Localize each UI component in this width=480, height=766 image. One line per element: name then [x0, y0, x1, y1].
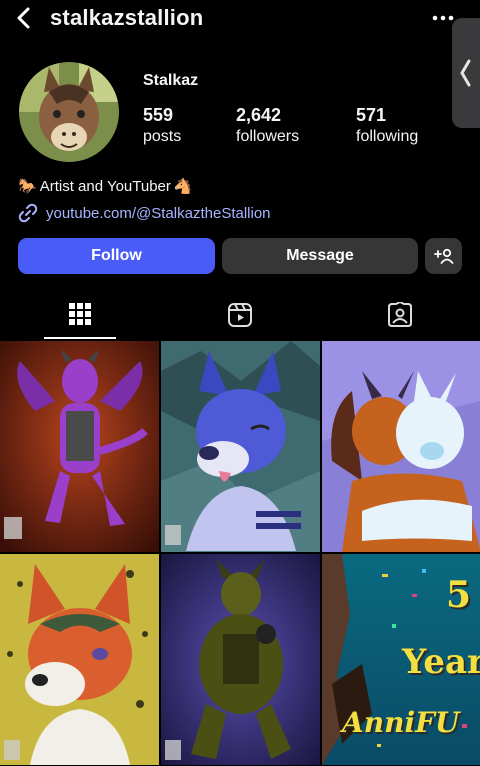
stat-followers-value: 2,642 [236, 105, 282, 125]
post-thumbnail-6[interactable]: 5 Year AnniFU [322, 554, 480, 765]
profile-avatar[interactable] [19, 62, 119, 162]
stat-following-label: following [356, 128, 419, 145]
post-4-artwork [0, 554, 159, 765]
profile-tabs [0, 296, 480, 340]
stat-posts-value: 559 [143, 105, 174, 125]
bio-text: Artist and YouTuber [39, 177, 171, 195]
posts-grid: 5 Year AnniFU [0, 341, 480, 766]
reels-icon [228, 303, 252, 327]
tab-tagged[interactable] [320, 296, 480, 340]
back-chevron-icon[interactable] [14, 6, 34, 30]
post-thumbnail-3[interactable] [322, 341, 480, 552]
tab-posts-grid[interactable] [0, 296, 160, 340]
bio: 🐎 Artist and YouTuber 🐴 [18, 177, 193, 196]
post-5-artwork [161, 554, 320, 765]
post-6-number: 5 [446, 574, 472, 616]
tab-reels[interactable] [160, 296, 320, 340]
horse-emoji-right: 🐴 [173, 178, 193, 195]
stat-posts-label: posts [143, 128, 182, 145]
post-2-artwork [161, 341, 320, 552]
post-thumbnail-4[interactable] [0, 554, 159, 765]
post-thumbnail-2[interactable] [161, 341, 320, 552]
horse-emoji-left: 🐎 [18, 178, 37, 195]
display-name: Stalkaz [143, 72, 199, 89]
stat-following-value: 571 [356, 105, 387, 125]
link-icon [18, 203, 38, 223]
bio-link[interactable]: youtube.com/@StalkaztheStallion [18, 203, 271, 223]
message-button[interactable]: Message [222, 238, 418, 274]
top-bar: stalkazstallion [0, 0, 480, 38]
side-panel-handle[interactable] [452, 18, 480, 128]
post-thumbnail-5[interactable] [161, 554, 320, 765]
suggested-accounts-button[interactable] [425, 238, 462, 274]
post-1-artwork [0, 341, 159, 552]
bio-link-text[interactable]: youtube.com/@StalkaztheStallion [46, 205, 271, 222]
stat-following[interactable]: 571 following [356, 105, 418, 146]
tagged-icon [388, 302, 412, 327]
stat-followers[interactable]: 2,642 followers [236, 105, 299, 146]
grid-icon [69, 303, 91, 325]
profile-username: stalkazstallion [50, 5, 204, 30]
stat-followers-label: followers [236, 128, 300, 145]
post-6-word: Year [402, 642, 480, 682]
add-person-icon [433, 248, 453, 264]
post-3-artwork [322, 341, 480, 552]
post-6-title: AnniFU [342, 706, 460, 739]
active-tab-indicator [44, 337, 116, 339]
chevron-left-icon [460, 59, 471, 87]
post-thumbnail-1[interactable] [0, 341, 159, 552]
follow-button[interactable]: Follow [18, 238, 215, 274]
stat-posts[interactable]: 559 posts [143, 105, 181, 146]
more-options-icon[interactable] [432, 8, 454, 28]
